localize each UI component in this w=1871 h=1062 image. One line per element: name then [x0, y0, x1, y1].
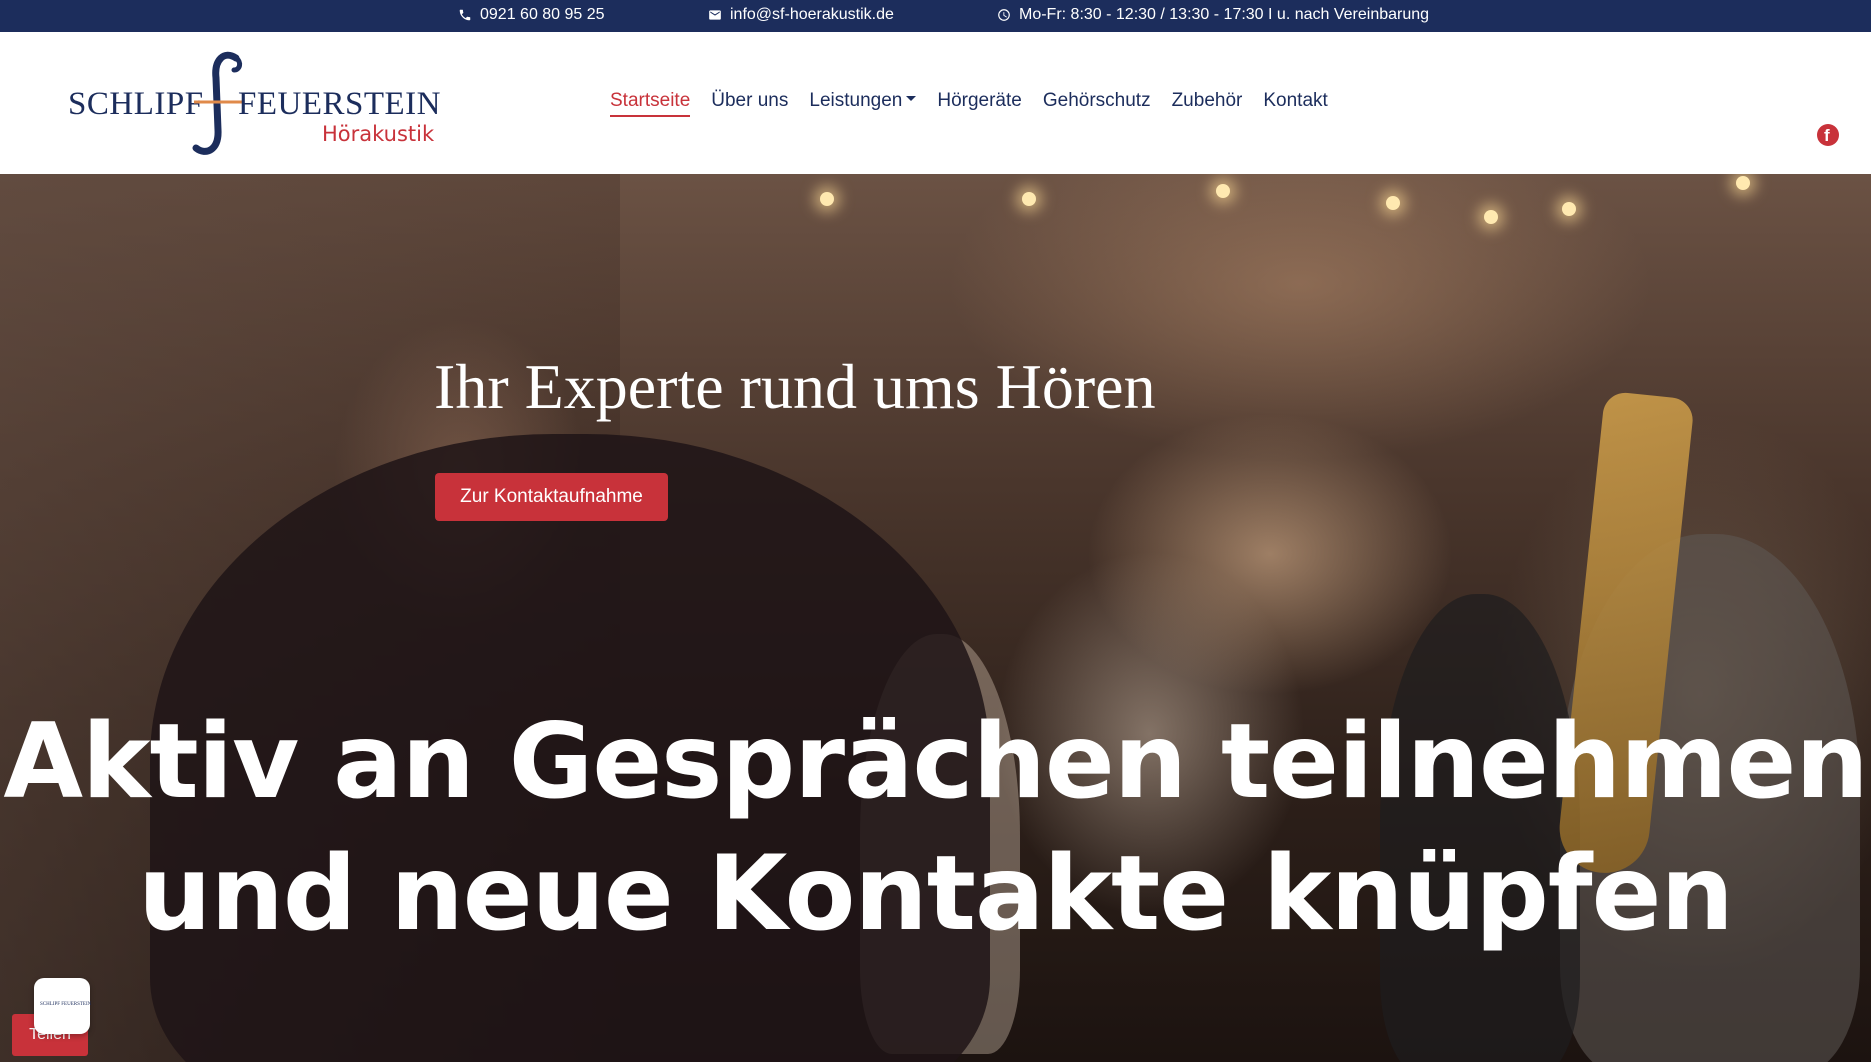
video-caption-line2: und neue Kontakte knüpfen: [138, 834, 1734, 954]
email-address: info@sf-hoerakustik.de: [730, 6, 894, 23]
hero-video: Ihr Experte rund ums Hören Zur Kontaktau…: [0, 174, 1871, 1062]
top-info-bar: 0921 60 80 95 25 info@sf-hoerakustik.de …: [0, 0, 1871, 32]
nav-leistungen[interactable]: Leistungen: [809, 90, 917, 117]
nav-gehoerschutz[interactable]: Gehörschutz: [1043, 90, 1151, 117]
phone-contact[interactable]: 0921 60 80 95 25: [458, 6, 605, 24]
opening-hours-text: Mo-Fr: 8:30 - 12:30 / 13:30 - 17:30 I u.…: [1019, 6, 1430, 23]
email-contact[interactable]: info@sf-hoerakustik.de: [708, 6, 894, 24]
phone-number: 0921 60 80 95 25: [480, 6, 605, 23]
facebook-icon[interactable]: f: [1817, 124, 1839, 146]
clock-icon: [998, 9, 1010, 21]
nav-leistungen-label: Leistungen: [809, 90, 903, 111]
nav-ueber-uns[interactable]: Über uns: [711, 90, 788, 117]
string-lights: [0, 174, 1871, 294]
nav-zubehoer[interactable]: Zubehör: [1172, 90, 1243, 117]
video-caption-line1: Aktiv an Gesprächen teilnehmen: [3, 702, 1868, 822]
company-logo[interactable]: SCHLIPF FEUERSTEIN Hörakustik: [66, 50, 441, 158]
nav-hoergeraete[interactable]: Hörgeräte: [937, 90, 1022, 117]
hero-person: [1380, 594, 1580, 1062]
share-logo-text: SCHLIPF FEUERSTEIN: [40, 1002, 92, 1007]
nav-kontakt[interactable]: Kontakt: [1263, 90, 1327, 117]
main-navigation: Startseite Über uns Leistungen Hörgeräte…: [610, 90, 1328, 117]
dropdown-caret-icon: [906, 96, 917, 102]
share-logo-badge[interactable]: SCHLIPF FEUERSTEIN: [34, 978, 92, 1034]
opening-hours: Mo-Fr: 8:30 - 12:30 / 13:30 - 17:30 I u.…: [997, 6, 1429, 24]
logo-brand-right: FEUERSTEIN: [238, 86, 441, 122]
hero-headline: Ihr Experte rund ums Hören: [434, 351, 1156, 422]
nav-startseite[interactable]: Startseite: [610, 90, 691, 117]
logo-subtitle: Hörakustik: [322, 122, 435, 146]
contact-cta-button[interactable]: Zur Kontaktaufnahme: [435, 473, 668, 521]
phone-icon: [459, 9, 471, 21]
site-header: SCHLIPF FEUERSTEIN Hörakustik Startseite…: [0, 32, 1871, 174]
mail-icon: [709, 10, 721, 20]
